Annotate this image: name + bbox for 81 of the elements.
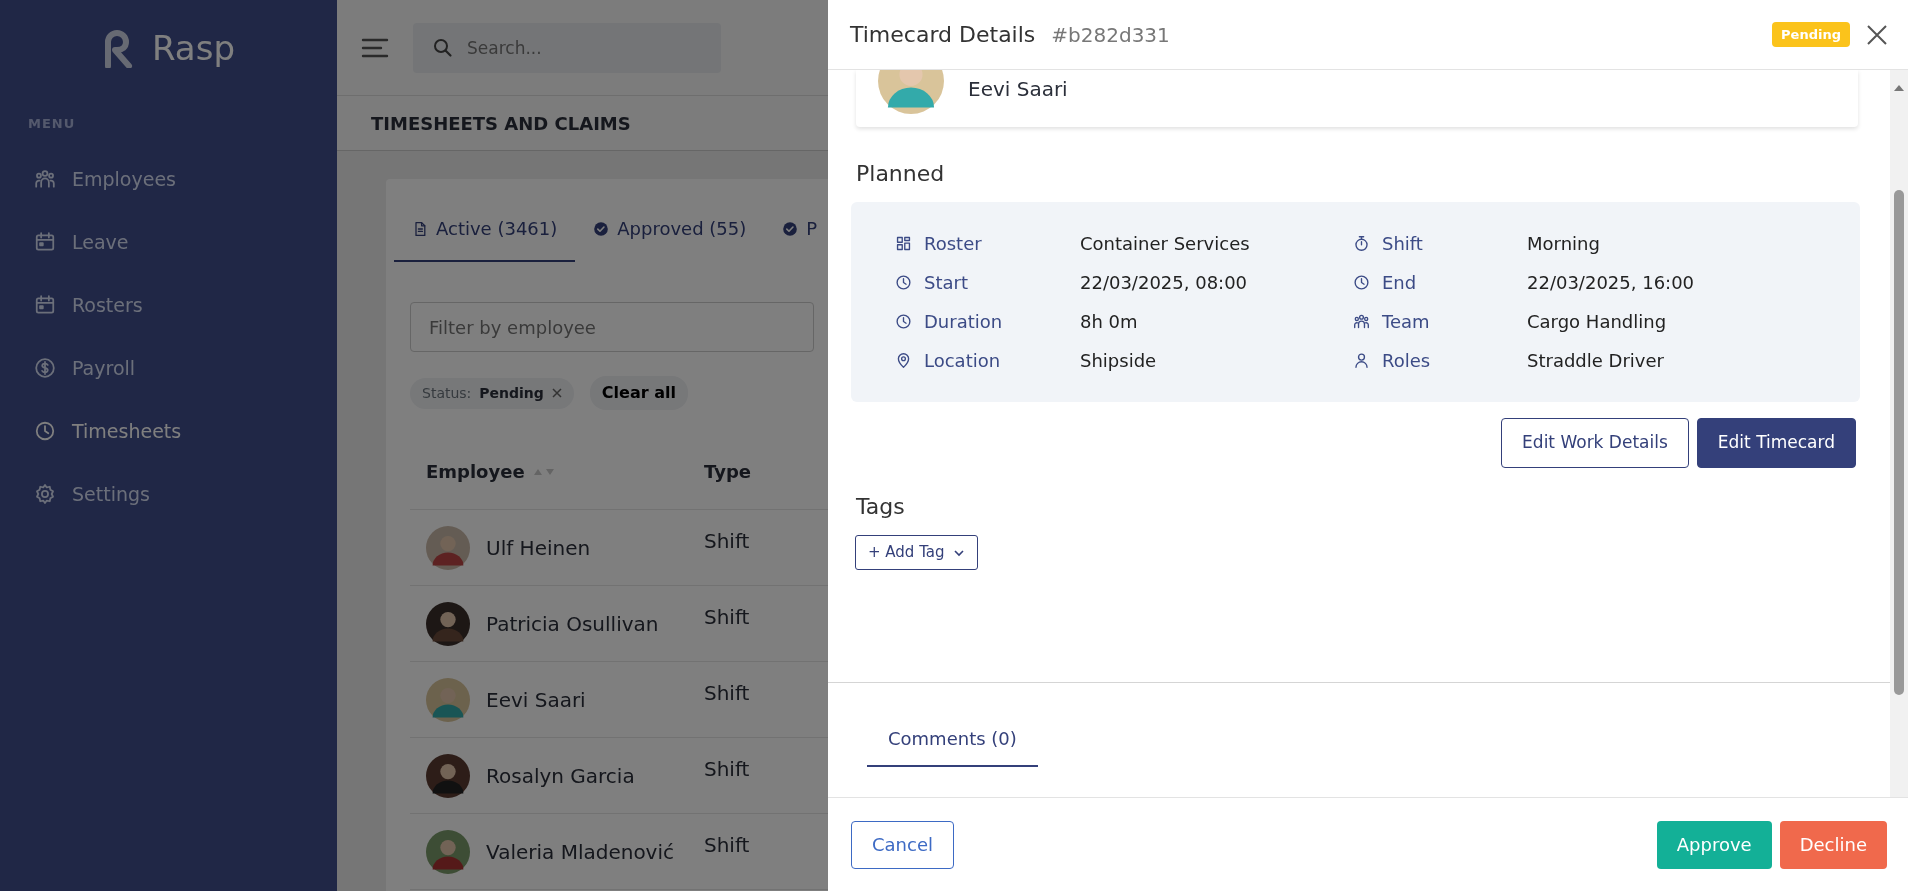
field-label: Shift — [1382, 232, 1423, 256]
table-cell: Shift — [704, 529, 750, 553]
grid-icon — [895, 235, 912, 252]
field-label: Team — [1382, 310, 1430, 334]
clock-icon — [1353, 274, 1370, 291]
tab[interactable]: Approved (55) — [575, 195, 765, 262]
scrollbar-thumb[interactable] — [1894, 190, 1904, 695]
clock-icon — [895, 313, 912, 330]
table-cell: Shift — [704, 681, 750, 705]
table-cell: Shift — [704, 605, 750, 629]
person-icon — [1353, 352, 1370, 369]
employee-name: Patricia Osullivan — [486, 610, 659, 638]
filter-chip[interactable]: Status: Pending — [410, 377, 574, 409]
chip-value: Pending — [479, 383, 544, 403]
field-value: Container Services — [1080, 233, 1250, 254]
sidebar-item[interactable]: Payroll — [0, 336, 337, 400]
edit-timecard-button[interactable]: Edit Timecard — [1696, 418, 1856, 468]
people-icon — [34, 168, 56, 190]
field-value: 8h 0m — [1080, 311, 1138, 332]
close-icon[interactable] — [551, 388, 562, 398]
stopwatch-icon — [1353, 235, 1370, 252]
field-value: Cargo Handling — [1527, 311, 1667, 332]
scroll-up-icon[interactable] — [1893, 84, 1905, 92]
sidebar-item[interactable]: Rosters — [0, 273, 337, 337]
field-label: End — [1382, 271, 1417, 295]
gear-icon — [34, 483, 56, 505]
field-label: Duration — [924, 310, 1003, 334]
field-label: Location — [924, 349, 1001, 373]
tab[interactable]: Comments (0) — [867, 715, 1038, 767]
dollar-icon — [34, 357, 56, 379]
employee-name: Valeria Mladenović — [486, 838, 674, 866]
employee-name: Eevi Saari — [968, 76, 1068, 103]
clock-icon — [34, 420, 56, 442]
field-label: Roles — [1382, 349, 1431, 373]
section-title: Planned — [856, 160, 946, 188]
sidebar-item[interactable]: Timesheets — [0, 399, 337, 463]
menu-icon[interactable] — [361, 36, 389, 59]
timecard-id: #b282d331 — [1051, 21, 1170, 49]
cancel-button[interactable]: Cancel — [851, 820, 954, 869]
column-header: Employee — [426, 460, 525, 484]
sidebar-item[interactable]: Settings — [0, 462, 337, 526]
tab[interactable]: Active (3461) — [394, 195, 576, 262]
field-value: 22/03/2025, 16:00 — [1527, 272, 1695, 293]
add-tag-button[interactable]: + Add Tag — [855, 535, 978, 570]
field-label: Start — [924, 271, 968, 295]
clock-icon — [895, 274, 912, 291]
check-circle-icon — [782, 220, 799, 237]
clear-all-button[interactable]: Clear all — [589, 376, 688, 410]
employee-name: Eevi Saari — [486, 686, 586, 714]
field-value: Shipside — [1080, 350, 1157, 371]
table-cell: Shift — [704, 833, 750, 857]
check-circle-icon — [593, 220, 610, 237]
field-value: Straddle Driver — [1527, 350, 1664, 371]
filter-field[interactable]: Filter by employee — [410, 302, 814, 352]
sidebar-item[interactable]: Leave — [0, 210, 337, 274]
field-label: Roster — [924, 232, 982, 256]
field-value: 22/03/2025, 08:00 — [1080, 272, 1248, 293]
section-title: Tags — [856, 493, 906, 521]
search-field[interactable]: Search... — [413, 22, 721, 73]
caret-icon — [952, 548, 965, 557]
chip-label: Status: — [422, 383, 472, 403]
people-icon — [1353, 313, 1370, 330]
employee-name: Rosalyn Garcia — [486, 762, 635, 790]
location-pin-icon — [895, 352, 912, 369]
approve-button[interactable]: Approve — [1656, 820, 1772, 869]
decline-button[interactable]: Decline — [1779, 820, 1887, 869]
logo-text: Rasp — [152, 26, 235, 70]
edit-details-button[interactable]: Edit Work Details — [1501, 418, 1689, 468]
document-icon — [412, 220, 428, 237]
page-title: TIMESHEETS AND CLAIMS — [371, 111, 631, 136]
drawer-title: Timecard Details — [850, 21, 1036, 49]
column-header: Type — [704, 460, 751, 484]
tab[interactable]: P — [764, 195, 822, 262]
employee-name: Ulf Heinen — [486, 534, 591, 562]
table-cell: Shift — [704, 757, 750, 781]
calendar-icon — [34, 294, 56, 316]
field-value: Morning — [1527, 233, 1600, 254]
sidebar-item[interactable]: Employees — [0, 147, 337, 211]
calendar-icon — [34, 231, 56, 253]
close-icon[interactable] — [1866, 23, 1888, 46]
status-badge: Pending — [1772, 21, 1850, 48]
